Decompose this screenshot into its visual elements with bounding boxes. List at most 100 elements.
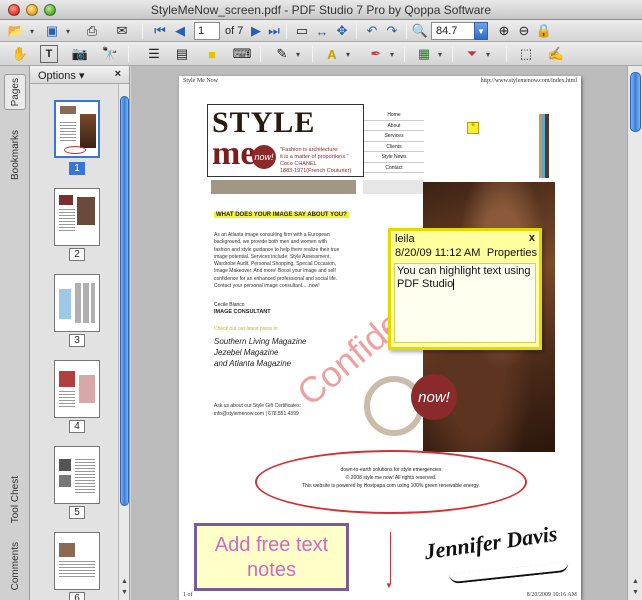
zoom-icon[interactable]: 🔍 — [410, 22, 430, 40]
nav-link-contact[interactable]: Contact — [364, 163, 424, 173]
stamp-icon[interactable]: ✒ — [366, 45, 386, 63]
link-icon[interactable]: ⏷ — [462, 45, 482, 63]
shape-icon[interactable]: ▦ — [414, 45, 434, 63]
scroll-up-icon[interactable]: ▲ — [630, 576, 641, 587]
select-annotation-icon[interactable]: ⬚ — [516, 45, 536, 63]
options-menu-button[interactable]: Options ▾ — [38, 69, 85, 82]
nav-link-about[interactable]: About — [364, 121, 424, 131]
nav-link-clients[interactable]: Clients — [364, 142, 424, 152]
decorative-stripe — [363, 180, 423, 194]
zoom-out-icon[interactable]: ⊖ — [514, 22, 534, 40]
document-view[interactable]: Style Me Now http://www.stylemenow.com/i… — [131, 66, 627, 600]
fit-width-icon[interactable]: ↔ — [312, 22, 332, 40]
tab-bookmarks[interactable]: Bookmarks — [4, 120, 26, 190]
page-number-input[interactable]: 1 — [194, 22, 220, 40]
email-icon[interactable]: ✉ — [112, 22, 132, 40]
fit-page-icon[interactable]: ▭ — [292, 22, 312, 40]
note-close-icon[interactable]: x — [529, 232, 535, 244]
shape-chevron-icon[interactable]: ▾ — [434, 45, 446, 63]
consultant-signature-block: Cecile Blanco IMAGE CONSULTANT — [214, 302, 271, 316]
page-number-label[interactable]: 3 — [69, 334, 85, 347]
page-thumbnail-6[interactable] — [54, 532, 100, 590]
note-text-area[interactable]: You can highlight text using PDF Studio — [394, 263, 536, 343]
footer-line: This website is powered by Hostpapa.com … — [302, 483, 480, 489]
thumb-image — [59, 289, 71, 319]
tab-tool-chest[interactable]: Tool Chest — [4, 470, 26, 530]
note-properties-link[interactable]: Properties — [487, 247, 537, 259]
tab-comments[interactable]: Comments — [4, 536, 26, 596]
scroll-down-icon[interactable]: ▼ — [119, 587, 130, 598]
page-thumbnail-3[interactable] — [54, 274, 100, 332]
next-page-icon[interactable]: ▶ — [246, 22, 266, 40]
document-scrollbar[interactable]: ▲ ▼ — [627, 66, 642, 600]
thumb-text — [60, 122, 76, 142]
stamp-chevron-icon[interactable]: ▾ — [386, 45, 398, 63]
thumb-image — [77, 197, 95, 225]
sticky-icon[interactable]: ■ — [202, 45, 222, 63]
zoom-level-input[interactable]: 84.7 — [431, 22, 475, 40]
zoom-in-icon[interactable]: ⊕ — [494, 22, 514, 40]
typewriter-icon[interactable]: ⌨ — [232, 45, 252, 63]
sticky-note-icon[interactable]: ≡ — [467, 122, 479, 134]
free-text-annotation[interactable]: Add free text notes — [194, 523, 349, 591]
undo-icon[interactable]: ↶ — [362, 22, 382, 40]
pen-icon[interactable]: ✎ — [272, 45, 292, 63]
arrow-down-icon: ▼ — [385, 581, 393, 590]
prev-page-icon[interactable]: ◀ — [170, 22, 190, 40]
page-number-label[interactable]: 6 — [69, 592, 85, 600]
scroll-down-icon[interactable]: ▼ — [630, 587, 641, 598]
sign-icon[interactable]: ✍ — [546, 45, 566, 63]
thumbnails-header: Options ▾ × — [30, 66, 129, 84]
last-page-icon[interactable]: ⏭ — [264, 22, 284, 40]
page-footer-left: 1 of — [183, 592, 193, 598]
page-number-label[interactable]: 5 — [69, 506, 85, 519]
save-menu-chevron-icon[interactable]: ▾ — [62, 22, 74, 40]
document-scroll-thumb[interactable] — [630, 72, 641, 132]
find-icon[interactable]: 🔭 — [100, 45, 120, 63]
scroll-up-icon[interactable]: ▲ — [119, 576, 130, 587]
brand-logo: STYLE me now! "Fashion is architecture: … — [207, 104, 364, 177]
thumbnails-scrollbar[interactable]: ▲ ▼ — [118, 84, 129, 600]
pen-chevron-icon[interactable]: ▾ — [292, 45, 304, 63]
open-icon[interactable]: 📂 — [6, 22, 26, 40]
page-number-label[interactable]: 1 — [69, 162, 85, 175]
note-popup[interactable]: leila x 8/20/09 11:12 AM Properties You … — [388, 228, 542, 350]
highlight-chevron-icon[interactable]: ▾ — [342, 45, 354, 63]
link-chevron-icon[interactable]: ▾ — [482, 45, 494, 63]
page-thumbnail-5[interactable] — [54, 446, 100, 504]
print-icon[interactable]: ⎙ — [82, 22, 102, 40]
nav-link-services[interactable]: Services — [364, 131, 424, 142]
page-number-label[interactable]: 4 — [69, 420, 85, 433]
page-footer-text: down-to-earth solutions for style emerge… — [269, 466, 513, 490]
layout-icon[interactable]: ☰ — [144, 45, 164, 63]
page-thumbnail-4[interactable] — [54, 360, 100, 418]
handwritten-signature[interactable]: Jennifer Davis — [423, 521, 559, 565]
snapshot-icon[interactable]: 📷 — [70, 45, 90, 63]
page-thumbnail-2[interactable] — [54, 188, 100, 246]
note-meta-row: 8/20/09 11:12 AM Properties — [395, 247, 537, 259]
note-icon[interactable]: ▤ — [172, 45, 192, 63]
zoom-dropdown-chevron-icon[interactable]: ▼ — [474, 22, 488, 40]
text-select-icon[interactable]: T — [40, 45, 58, 63]
toolbar-separator — [128, 46, 129, 62]
nav-link-home[interactable]: Home — [364, 110, 424, 121]
first-page-icon[interactable]: ⏮ — [150, 22, 170, 40]
tab-pages[interactable]: Pages — [4, 74, 26, 110]
pdf-page[interactable]: Style Me Now http://www.stylemenow.com/i… — [179, 76, 581, 600]
highlight-icon[interactable]: A — [322, 45, 342, 63]
redo-icon[interactable]: ↷ — [382, 22, 402, 40]
save-icon[interactable]: ▣ — [42, 22, 62, 40]
page-thumbnail-1[interactable] — [54, 100, 100, 158]
hand-icon[interactable]: ✋ — [10, 45, 30, 63]
actual-size-icon[interactable]: ✥ — [332, 22, 352, 40]
signature-underline — [448, 561, 570, 585]
nav-link-style-news[interactable]: Style News — [364, 152, 424, 163]
open-menu-chevron-icon[interactable]: ▾ — [26, 22, 38, 40]
thumbnails-scroll-thumb[interactable] — [120, 96, 129, 506]
lock-icon[interactable]: 🔒 — [534, 22, 554, 40]
logo-now-badge: now! — [252, 145, 276, 169]
line-annotation[interactable] — [390, 532, 391, 584]
title-bar: StyleMeNow_screen.pdf - PDF Studio 7 Pro… — [0, 0, 642, 20]
close-panel-icon[interactable]: × — [115, 68, 121, 80]
page-number-label[interactable]: 2 — [69, 248, 85, 261]
